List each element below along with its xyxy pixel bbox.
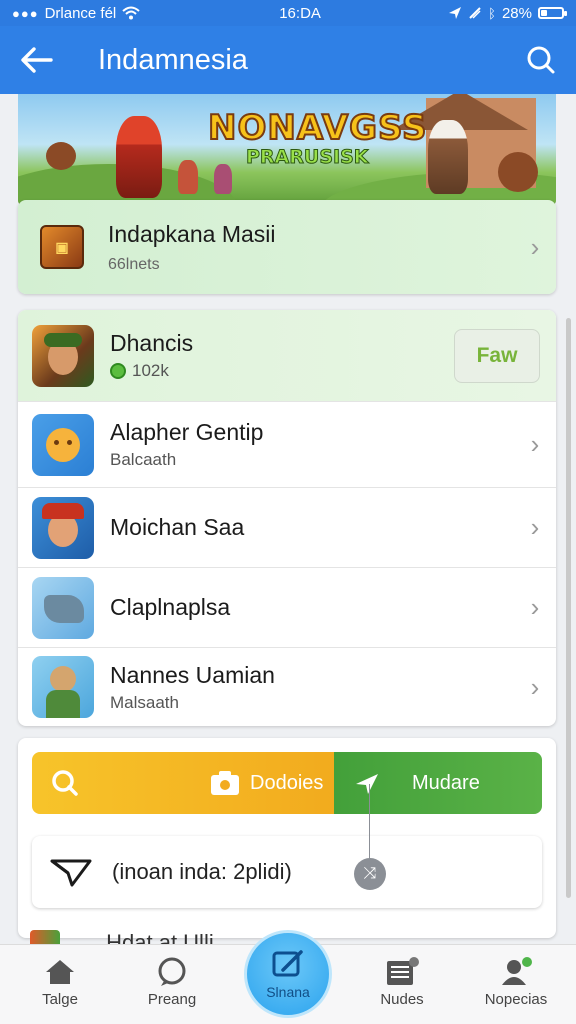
nav-label: Nudes [380,991,424,1008]
signal-dots-icon: ●●● [12,5,39,21]
game-avatar-icon [32,496,94,559]
game-list: Dhancis 102k Faw Alapher Gentip Balcaath… [18,310,556,726]
chevron-right-icon: › [530,429,540,459]
nav-item-profile[interactable]: Nopecias [466,945,566,1024]
list-item[interactable]: Nannes Uamian Malsaath › [18,648,556,726]
game-avatar-icon [32,413,94,476]
mudare-label: Mudare [412,771,480,794]
game-avatar-icon [32,656,94,718]
list-item-subtitle: Malsaath [110,692,179,712]
nav-item-chat[interactable]: Preang [122,945,222,1024]
page-title: Indamnesia [98,43,248,76]
game-logo-icon: ▣ [40,225,84,269]
clock: 16:DA [279,4,321,22]
nav-label: Talge [42,991,78,1008]
banner-small-figure [214,164,232,194]
search-field[interactable]: (inoan inda: 2plidi) [32,836,542,908]
search-icon [527,46,555,74]
search-query: (inoan inda: 2plidi) [112,859,292,884]
carrier-label: Drlance fél [44,4,117,22]
list-item-title: Alapher Gentip [110,419,264,445]
featured-title: Indapkana Masii [108,220,276,247]
chevron-right-icon: › [530,231,540,262]
banner-small-figure [178,160,198,194]
chevron-right-icon: › [530,592,540,622]
profile-icon [502,957,532,985]
list-item[interactable]: Claplnaplsa › [18,568,556,648]
mudare-button[interactable]: Mudare [334,752,542,814]
players-icon [110,363,126,379]
app-bar: Indamnesia [0,26,576,94]
chevron-right-icon: › [530,671,540,702]
list-item-title: Dhancis [110,330,194,356]
search-button[interactable] [506,26,576,94]
banner-subtitle: PRARUSISK [245,146,369,169]
nav-item-news[interactable]: Nudes [352,945,452,1024]
featured-game-card[interactable]: ▣ Indapkana Masii 66lnets › [18,200,556,294]
home-icon [46,960,74,984]
banner-hero-figure [116,116,162,198]
chevron-right-icon: › [530,512,540,542]
battery-icon [538,7,567,19]
news-icon [387,957,419,985]
bluetooth-icon: ᛒ [488,5,496,21]
dodoies-button[interactable]: Dodoies [32,752,334,814]
list-item-title: Claplnaplsa [110,594,231,620]
banner-rock [498,152,538,192]
list-item-subtitle: Balcaath [110,450,177,469]
list-item[interactable]: Alapher Gentip Balcaath › [18,402,556,488]
nav-label: Slnana [266,984,310,1000]
game-avatar-icon [32,324,94,387]
status-bar: ●●● Drlance fél 16:DA ᛒ 28% [0,0,576,26]
list-item[interactable]: Moichan Saa › [18,488,556,568]
dodoies-label: Dodoies [250,771,324,794]
location-icon [449,7,462,19]
scrollbar[interactable] [566,318,571,898]
banner-rock [46,142,76,170]
banner-villager-figure [428,120,468,194]
search-icon [52,770,78,796]
pencil-icon [272,950,303,977]
list-item-count: 102k [132,361,169,380]
send-icon [50,859,92,887]
nav-label: Nopecias [484,991,548,1008]
follow-button[interactable]: Faw [454,328,540,383]
signal-icon [469,7,481,19]
shuffle-icon[interactable]: ⤨ [354,858,386,890]
wifi-icon [122,6,140,20]
list-item-title: Nannes Uamian [110,661,275,688]
list-item[interactable]: Dhancis 102k Faw [18,310,556,402]
list-item-title: Moichan Saa [110,514,245,540]
chat-bubble-icon [158,957,186,986]
nav-item-center-fab[interactable]: Slnana [244,930,332,1018]
back-button[interactable] [0,26,72,94]
back-arrow-icon [21,47,53,73]
action-bar: Dodoies Mudare [32,752,542,814]
connector-line [369,784,370,860]
banner-title: NONAVGSS [207,107,428,149]
plane-icon [356,774,378,794]
game-banner[interactable]: NONAVGSS PRARUSISK [18,94,556,206]
nav-label: Preang [147,991,197,1008]
nav-item-home[interactable]: Talge [10,945,110,1024]
actions-card: Dodoies Mudare (inoan inda: 2plidi) ⤨ [18,738,556,938]
battery-percent: 28% [501,4,532,22]
featured-subtitle: 66lnets [108,255,160,273]
camera-icon [211,771,239,795]
game-avatar-icon [32,576,94,639]
